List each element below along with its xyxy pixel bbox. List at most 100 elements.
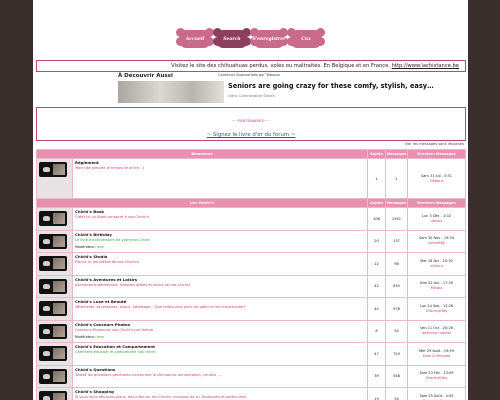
forum-cell[interactable]: Chichi's Shopping Si vous avez des bons … [72, 387, 368, 400]
forum-cell[interactable]: Règlement Merci de prendre le temps de l… [72, 158, 368, 199]
last-post[interactable]: Ven 11 Oct - 20:26 delphine-martial [407, 319, 466, 343]
partners-label[interactable]: ~~PARTENAIRES~~ [37, 118, 465, 123]
posts-count: 976 [385, 297, 408, 321]
moderator-name[interactable]: Jenn [97, 245, 104, 249]
forum-desc: Concours Photos de nos Chichi's par thèm… [75, 327, 154, 332]
posts-count: 719 [385, 342, 408, 366]
partners-box: ~~PARTENAIRES~~ ~ Signez le livre d'or d… [36, 107, 466, 141]
last-post[interactable]: Sam 25 Août - 4:55Pascaline Boine [407, 387, 466, 400]
topics-count: 106 [367, 207, 386, 231]
col-header-category: Les Chichi's [36, 198, 368, 208]
forum-name[interactable]: Chichi's Birthday [75, 232, 365, 237]
forum-icon [36, 297, 73, 321]
forum-row: Chichi's Questions Toutes les questions … [36, 364, 466, 388]
forum-row: Chichi's Aventures et Loisirs Aventures … [36, 274, 466, 298]
forum-name[interactable]: Chichi's Book [75, 209, 365, 214]
forum-row: Chichi's Studio Placez ici les vidéos de… [36, 252, 466, 276]
col-header-last: Derniers Messages [407, 149, 466, 159]
unanswered-link[interactable]: Voir les messages sans réponses [405, 142, 464, 146]
posts-count: 137 [385, 229, 408, 253]
forum-name[interactable]: Chichi's Shopping [75, 389, 365, 394]
topics-count: 39 [367, 364, 386, 388]
nav-connect-button[interactable]: Cnx [287, 28, 325, 48]
forum-icon [36, 364, 73, 388]
nav-search-button[interactable]: Search [213, 28, 251, 48]
forum-name[interactable]: Chichi's Aventures et Loisirs [75, 277, 365, 282]
topics-count: 42 [367, 274, 386, 298]
moderator-name[interactable]: Jenn [97, 335, 104, 339]
posts-count: 548 [385, 364, 408, 388]
forum-desc: Vêtements, accessoires, bijoux, toiletta… [75, 305, 246, 309]
last-post[interactable]: Lun 24 Sep - 13:26 CharmyKitty [407, 297, 466, 321]
last-post[interactable]: Lun 3 Déc - 1:02 ubivov [407, 207, 466, 231]
last-post[interactable]: Sam 31 Juil - 0:51 Débora [407, 158, 466, 199]
nav-home-button[interactable]: Accueil [176, 28, 214, 48]
topics-count: 1 [367, 158, 386, 199]
topics-count: 8 [367, 319, 386, 343]
last-post[interactable]: Sam 23 Fév - 13:09 CharmyKitty [407, 364, 466, 388]
forum-name[interactable]: Chichi's Education et Comportement [75, 344, 365, 349]
nav-bar: Accueil Search S'enregistrer Cnx [33, 28, 468, 48]
topics-count: 20 [367, 229, 386, 253]
forum-name[interactable]: Chichi's Studio [75, 254, 365, 259]
visit-link[interactable]: http://www.lachistance.be [392, 63, 459, 69]
forum-row: Chichi's Shopping Si vous avez des bons … [36, 387, 466, 400]
topics-count: 47 [367, 342, 386, 366]
forum-cell[interactable]: Chichi's Education et Comportement Comme… [72, 342, 368, 366]
forum-row: Chichi's Luxe et Beauté Vêtements, acces… [36, 297, 466, 321]
sponsored-content: À Découvrir Aussi Contenus Sponsorisés p… [118, 73, 434, 103]
posts-count: 1941 [385, 207, 408, 231]
page: Accueil Search S'enregistrer Cnx Visitez… [33, 0, 468, 400]
last-post[interactable]: Sam 30 Nov - 19:34 celine862 [407, 229, 466, 253]
posts-count: 54 [385, 319, 408, 343]
forum-cell[interactable]: Chichi's Questions Toutes les questions … [72, 364, 368, 388]
visit-banner: Visitez le site des chihuahuas perdus, v… [36, 60, 466, 72]
forum-icon [36, 229, 73, 253]
forum-row: Chichi's Education et Comportement Comme… [36, 342, 466, 366]
topics-count: 19 [367, 387, 386, 400]
forum-name[interactable]: Chichi's Luxe et Beauté [75, 299, 365, 304]
last-post[interactable]: Dim 22 Avr - 17:39 Mirobo [407, 274, 466, 298]
forum-cell[interactable]: Chichi's Birthday Le livre d'anniversair… [72, 229, 368, 253]
forum-desc: Le livre d'anniversaire de votre/vos Chi… [75, 237, 151, 242]
forum-desc: Comment éduquer et comprendre nos chichi [75, 350, 156, 354]
col-header-topics: Sujets [367, 149, 386, 159]
forum-icon [36, 319, 73, 343]
col-header-posts: Messages [385, 198, 408, 208]
guestbook-link[interactable]: ~ Signez le livre d'or du forum ~ [37, 132, 465, 138]
forum-icon [36, 387, 73, 400]
ad-image[interactable] [118, 81, 224, 103]
forum-cell[interactable]: Chichi's Luxe et Beauté Vêtements, acces… [72, 297, 368, 321]
welcome-table: Bienvenue Sujets Messages Derniers Messa… [36, 149, 466, 199]
ad-heading: À Découvrir Aussi [118, 73, 173, 79]
topics-count: 44 [367, 297, 386, 321]
forum-name[interactable]: Chichi's Concours Photos [75, 322, 365, 327]
nav-register-button[interactable]: S'enregistrer [250, 28, 288, 48]
last-post[interactable]: Mer 29 Août - 19:59 Mimi & Mirando [407, 342, 466, 366]
chichis-table: Les Chichi's Sujets Messages Derniers Me… [36, 198, 466, 400]
forum-icon [36, 207, 73, 231]
forum-name[interactable]: Règlement [75, 160, 365, 165]
forum-icon [36, 274, 73, 298]
forum-cell[interactable]: Chichi's Aventures et Loisirs Aventures … [72, 274, 368, 298]
forum-name[interactable]: Chichi's Questions [75, 367, 365, 372]
forum-row: Chichi's Book Créez ici un Book consacré… [36, 207, 466, 231]
ad-title[interactable]: Seniors are going crazy for these comfy,… [228, 82, 434, 90]
posts-count: 94 [385, 387, 408, 400]
ad-sponsor[interactable]: Contenus Sponsorisés par Taboola [218, 73, 280, 77]
forum-desc: Placez ici les vidéos de vos Chichi's [75, 260, 139, 264]
posts-count: 450 [385, 274, 408, 298]
forum-cell[interactable]: Chichi's Studio Placez ici les vidéos de… [72, 252, 368, 276]
forum-desc: Merci de prendre le temps de le lire :-) [75, 166, 145, 170]
last-post[interactable]: Mer 18 Avr - 10:30 visiteur [407, 252, 466, 276]
forum-cell[interactable]: Chichi's Concours Photos Concours Photos… [72, 319, 368, 343]
ad-subtitle: Ultra-Comfortable Shoes [228, 93, 275, 98]
forum-icon [36, 342, 73, 366]
posts-count: 1 [385, 158, 408, 199]
forum-row: Chichi's Concours Photos Concours Photos… [36, 319, 466, 343]
forum-desc: Aventures quotidiennes, histoires drôles… [75, 282, 191, 287]
col-header-last: Derniers Messages [407, 198, 466, 208]
forum-moderator: Modérateur: Jenn [75, 244, 105, 249]
forum-cell[interactable]: Chichi's Book Créez ici un Book consacré… [72, 207, 368, 231]
forum-moderator: Modérateur: Jenn [75, 334, 105, 339]
